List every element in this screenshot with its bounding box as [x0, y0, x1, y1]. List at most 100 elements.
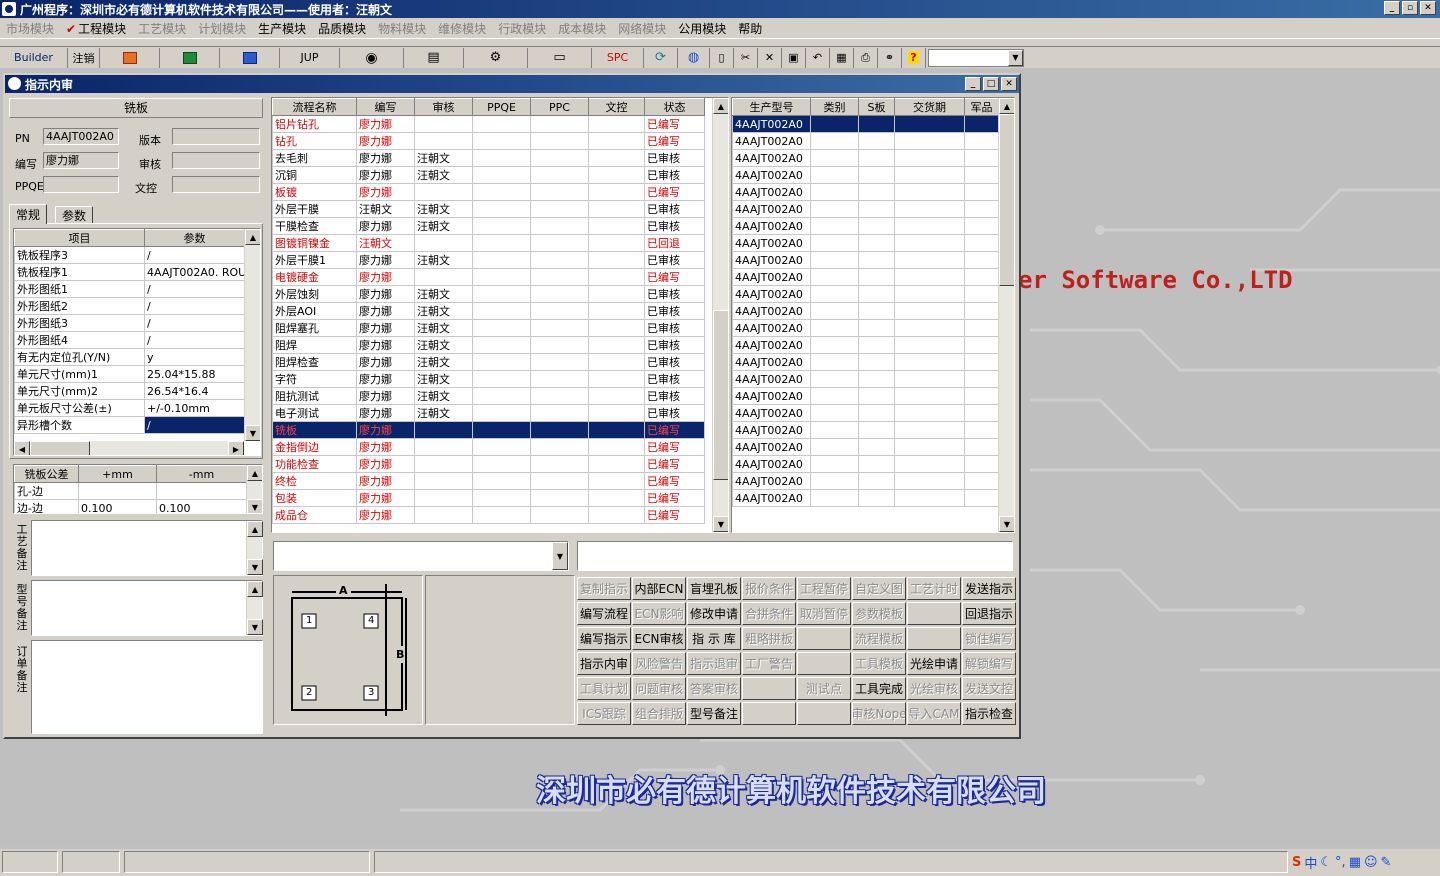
action-button-3-7[interactable]: 解锁编写 — [962, 652, 1016, 675]
restore-button[interactable]: ▫ — [1402, 1, 1418, 15]
action-button-2-5[interactable]: 流程模板 — [852, 627, 906, 650]
ppqe-field[interactable] — [43, 176, 119, 193]
jup-button[interactable]: JUP — [280, 47, 340, 68]
version-field[interactable] — [172, 128, 260, 145]
minimize-button[interactable]: _ — [1384, 1, 1400, 15]
database-button[interactable]: ▤ — [404, 47, 464, 68]
action-button-4-6[interactable]: 光绘审核 — [907, 677, 961, 700]
menu-item-12[interactable]: 帮助 — [732, 20, 768, 37]
tol-vscroll[interactable]: ▲ ▼ — [246, 465, 262, 513]
model-row[interactable]: 4AAJT002A0 — [732, 302, 999, 320]
model-row[interactable]: 4AAJT002A0 — [732, 353, 999, 371]
action-button-0-0[interactable]: 复制指示 — [577, 577, 631, 600]
doc-control-field[interactable] — [172, 176, 260, 193]
model-row[interactable]: 4AAJT002A0 — [732, 200, 999, 218]
action-button-3-3[interactable]: 工厂警告 — [742, 652, 796, 675]
remark-input[interactable] — [577, 541, 1013, 571]
param-row[interactable]: 铣板程序3/ — [14, 246, 245, 264]
model-row[interactable]: 4AAJT002A0 — [732, 404, 999, 422]
review-field[interactable] — [172, 152, 260, 169]
scroll-up-icon[interactable]: ▲ — [245, 229, 260, 245]
process-row[interactable]: 外层AOI 廖力娜 汪朝文 已审核 — [272, 302, 705, 320]
scroll-down-icon[interactable]: ▼ — [247, 499, 262, 513]
scroll-up-icon[interactable]: ▲ — [713, 98, 728, 114]
powerpoint-button[interactable] — [100, 47, 160, 68]
action-button-5-3[interactable] — [742, 702, 796, 725]
scroll-down-icon[interactable]: ▼ — [999, 516, 1014, 532]
menu-item-2[interactable]: 工艺模块 — [132, 20, 192, 37]
param-value[interactable]: +/-0.10mm — [144, 399, 245, 417]
action-button-1-3[interactable]: 合拼条件 — [742, 602, 796, 625]
menu-item-1[interactable]: ✔ 工程模块 — [60, 20, 132, 37]
process-col-header[interactable]: 状态 — [644, 98, 705, 116]
remark2-vscroll[interactable]: ▲ ▼ — [246, 581, 263, 635]
process-row[interactable]: 阻抗测试 廖力娜 汪朝文 已审核 — [272, 387, 705, 405]
process-row[interactable]: 外层蚀刻 廖力娜 汪朝文 已审核 — [272, 285, 705, 303]
action-button-0-6[interactable]: 工艺计时 — [907, 577, 961, 600]
scroll-up-icon[interactable]: ▲ — [999, 98, 1014, 114]
param-value[interactable]: y — [144, 348, 245, 366]
tab-params[interactable]: 参数 — [55, 206, 94, 224]
scroll-up-icon[interactable]: ▲ — [247, 521, 263, 537]
action-button-2-4[interactable] — [797, 627, 851, 650]
action-button-4-7[interactable]: 发送文控 — [962, 677, 1016, 700]
new-button[interactable]: ▯ — [710, 47, 734, 68]
model-col-header[interactable]: 生产型号 — [732, 98, 811, 116]
action-button-5-0[interactable]: ICS跟踪 — [577, 702, 631, 725]
writer-field[interactable]: 廖力娜 — [43, 152, 119, 169]
param-value[interactable]: / — [144, 416, 245, 434]
param-row[interactable]: 外形图纸4/ — [14, 331, 245, 349]
process-row[interactable]: 阻焊塞孔 廖力娜 汪朝文 已审核 — [272, 319, 705, 337]
process-row[interactable]: 金指倒边 廖力娜 已编写 — [272, 438, 705, 456]
action-button-1-5[interactable]: 参数模板 — [852, 602, 906, 625]
scroll-up-icon[interactable]: ▲ — [247, 581, 263, 597]
order-remark-field[interactable] — [31, 640, 263, 734]
menu-item-10[interactable]: 网络模块 — [612, 20, 672, 37]
browser-button[interactable]: ◍ — [678, 47, 710, 68]
process-remark-field[interactable]: ▲ ▼ — [31, 520, 263, 576]
model-remark-field[interactable]: ▲ ▼ — [31, 580, 263, 636]
model-row[interactable]: 4AAJT002A0 — [732, 268, 999, 286]
action-button-2-3[interactable]: 粗略拼板 — [742, 627, 796, 650]
param-row[interactable]: 有无内定位孔(Y/N) y — [14, 348, 245, 366]
child-maximize-button[interactable]: □ — [983, 77, 999, 91]
model-row[interactable]: 4AAJT002A0 — [732, 370, 999, 388]
model-col-header[interactable]: 类别 — [810, 98, 859, 116]
scroll-down-icon[interactable]: ▼ — [247, 619, 263, 635]
action-button-5-4[interactable] — [797, 702, 851, 725]
cut-button[interactable]: ✂ — [734, 47, 758, 68]
action-button-4-3[interactable] — [742, 677, 796, 700]
param-row[interactable]: 铣板程序1 4AAJT002A0. ROU — [14, 263, 245, 281]
toolbar-combo[interactable]: ▼ — [928, 48, 1024, 67]
action-button-1-2[interactable]: 修改申请 — [687, 602, 741, 625]
process-col-header[interactable]: 审核 — [414, 98, 473, 116]
model-row[interactable]: 4AAJT002A0 — [732, 251, 999, 269]
chevron-down-icon[interactable]: ▼ — [552, 542, 568, 570]
action-button-0-3[interactable]: 报价条件 — [742, 577, 796, 600]
model-row[interactable]: 4AAJT002A0 — [732, 166, 999, 184]
model-row[interactable]: 4AAJT002A0 — [732, 438, 999, 456]
param-row[interactable]: 单元尺寸(mm)1 25.04*15.88 — [14, 365, 245, 383]
action-button-5-6[interactable]: 导入CAM — [907, 702, 961, 725]
process-col-header[interactable]: 编写 — [356, 98, 415, 116]
process-col-header[interactable]: PPC — [530, 98, 589, 116]
builder-button[interactable]: Builder — [0, 47, 68, 68]
process-row[interactable]: 阻焊检查 廖力娜 汪朝文 已审核 — [272, 353, 705, 371]
logout-button[interactable]: 注销 — [68, 47, 100, 68]
scroll-down-icon[interactable]: ▼ — [713, 516, 728, 532]
action-button-4-2[interactable]: 答案审核 — [687, 677, 741, 700]
tol-row[interactable]: 孔-边 — [14, 482, 247, 500]
action-button-2-0[interactable]: 编写指示 — [577, 627, 631, 650]
process-col-header[interactable]: 文控 — [588, 98, 645, 116]
process-row[interactable]: 成品仓 廖力娜 已编写 — [272, 506, 705, 524]
action-button-5-2[interactable]: 型号备注 — [687, 702, 741, 725]
action-button-5-5[interactable]: 审核Nope — [852, 702, 906, 725]
process-col-header[interactable]: PPQE — [472, 98, 531, 116]
action-button-4-0[interactable]: 工具计划 — [577, 677, 631, 700]
menu-item-5[interactable]: 品质模块 — [312, 20, 372, 37]
tab-general[interactable]: 常规 — [9, 204, 48, 224]
process-row[interactable]: 钻孔 廖力娜 已编写 — [272, 132, 705, 150]
scroll-left-icon[interactable]: ◀ — [14, 441, 30, 455]
param-value[interactable]: 26.54*16.4 — [144, 382, 245, 400]
process-row[interactable]: 铝片钻孔 廖力娜 已编写 — [272, 115, 705, 133]
